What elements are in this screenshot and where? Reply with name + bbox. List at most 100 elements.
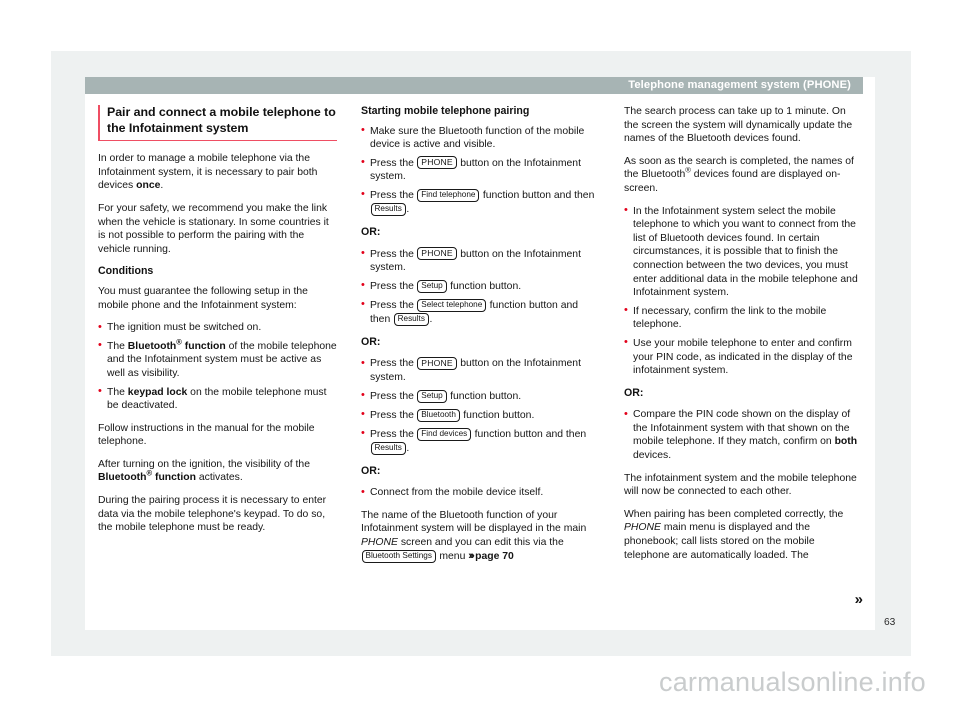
- cross-reference[interactable]: ››› page 70: [468, 549, 514, 562]
- list-item-text-c: devices.: [633, 450, 672, 462]
- section-heading: Pair and connect a mobile telephone to t…: [98, 105, 337, 142]
- list-item: The Bluetooth® function of the mobile te…: [98, 338, 337, 381]
- phone-screen-name: PHONE: [361, 536, 398, 548]
- manual-page: Telephone management system (PHONE) Pair…: [85, 77, 875, 630]
- column-2: Starting mobile telephone pairing Make s…: [361, 105, 600, 625]
- key-bluetooth[interactable]: Bluetooth: [417, 409, 460, 423]
- list-item: The ignition must be switched on.: [98, 321, 337, 335]
- paragraph-text-a: The name of the Bluetooth function of yo…: [361, 509, 587, 535]
- list-item: Press the Find devices function button a…: [361, 427, 600, 456]
- key-phone[interactable]: PHONE: [417, 356, 457, 370]
- key-phone[interactable]: PHONE: [417, 247, 457, 261]
- list-item-text-a: Press the: [370, 248, 417, 260]
- list-item: Use your mobile telephone to enter and c…: [624, 336, 863, 378]
- paragraph-visibility-text-a: After turning on the ignition, the visib…: [98, 458, 310, 470]
- paragraph-text-c: menu: [436, 550, 469, 562]
- site-watermark: carmanualsonline.info: [659, 667, 926, 697]
- list-item-text-a: Press the: [370, 189, 417, 201]
- list-item: In the Infotainment system select the mo…: [624, 204, 863, 300]
- pairing-heading: Starting mobile telephone pairing: [361, 105, 530, 117]
- column-1: Pair and connect a mobile telephone to t…: [98, 105, 337, 625]
- list-item: Connect from the mobile device itself.: [361, 486, 600, 500]
- list-item-emphasis: both: [834, 436, 858, 448]
- list-item: Press the Select telephone function butt…: [361, 298, 600, 327]
- key-results[interactable]: Results: [393, 313, 429, 327]
- key-bluetooth-settings[interactable]: Bluetooth Settings: [361, 550, 436, 563]
- page-number: 63: [884, 617, 896, 628]
- list-item: If necessary, confirm the link to the mo…: [624, 304, 863, 332]
- list-item: Press the PHONE button on the Infotainme…: [361, 156, 600, 184]
- page-columns: Pair and connect a mobile telephone to t…: [98, 105, 863, 625]
- key-phone[interactable]: PHONE: [417, 156, 457, 170]
- list-item-text-b: function button and then: [471, 428, 587, 440]
- key-find-telephone[interactable]: Find telephone: [417, 189, 480, 203]
- connection-steps-list-1: In the Infotainment system select the mo…: [624, 204, 863, 378]
- list-item-text-c: .: [429, 313, 433, 325]
- list-item-text: Use your mobile telephone to enter and c…: [633, 337, 853, 377]
- connection-steps-list-2: Compare the PIN code shown on the displa…: [624, 408, 863, 462]
- list-item-text-b: function button and then: [479, 189, 595, 201]
- chevron-right-icon: ›››: [468, 549, 475, 562]
- list-item: Press the Bluetooth function button.: [361, 408, 600, 423]
- list-item-text-b: function button.: [460, 409, 535, 421]
- running-header: Telephone management system (PHONE): [85, 77, 863, 94]
- list-item: Press the Setup function button.: [361, 389, 600, 404]
- paragraph-pairing-complete: When pairing has been completed correctl…: [624, 508, 863, 562]
- paragraph-safety: For your safety, we recommend you make t…: [98, 202, 329, 255]
- list-item-text-c: .: [406, 442, 410, 454]
- key-results[interactable]: Results: [370, 203, 406, 217]
- list-item: Press the PHONE button on the Infotainme…: [361, 247, 600, 275]
- paragraph-visibility-emphasis: Bluetooth® function: [98, 470, 196, 484]
- list-item-text-b: function button.: [447, 280, 522, 292]
- list-item: Compare the PIN code shown on the displa…: [624, 408, 863, 462]
- bluetooth-label: Bluetooth: [98, 472, 147, 484]
- list-item-text-a: Press the: [370, 390, 417, 402]
- paragraph-visibility-text-d: activates.: [195, 472, 243, 484]
- pairing-steps-list-4: Connect from the mobile device itself.: [361, 486, 600, 500]
- running-header-title: Telephone management system (PHONE): [628, 79, 851, 91]
- pairing-steps-list-1: Make sure the Bluetooth function of the …: [361, 124, 600, 217]
- key-select-telephone[interactable]: Select telephone: [417, 299, 487, 313]
- list-item-text: Connect from the mobile device itself.: [370, 487, 544, 499]
- list-item-emphasis: Bluetooth® function: [127, 338, 226, 352]
- column-3: The search process can take up to 1 minu…: [624, 105, 863, 625]
- or-label-2: OR:: [361, 335, 381, 348]
- pairing-steps-list-3: Press the PHONE button on the Infotainme…: [361, 356, 600, 456]
- paragraph-text-b: screen and you can edit this via the: [397, 536, 564, 548]
- list-item-emphasis: keypad lock: [127, 386, 188, 398]
- conditions-heading: Conditions: [98, 265, 154, 278]
- function-label: function: [181, 340, 226, 352]
- paragraph-search-complete: As soon as the search is completed, the …: [624, 155, 863, 196]
- paragraph-text-a: When pairing has been completed correctl…: [624, 508, 844, 520]
- list-item: The keypad lock on the mobile telephone …: [98, 385, 337, 413]
- list-item: Press the Setup function button.: [361, 279, 600, 294]
- list-item: Press the Find telephone function button…: [361, 188, 600, 217]
- bluetooth-label: Bluetooth: [127, 340, 177, 352]
- phone-menu-name: PHONE: [624, 522, 661, 534]
- key-results[interactable]: Results: [370, 442, 406, 456]
- list-item-text: In the Infotainment system select the mo…: [633, 205, 858, 299]
- list-item-text-b: function button.: [447, 390, 522, 402]
- list-item-text: If necessary, confirm the link to the mo…: [633, 305, 827, 331]
- list-item-text-a: Press the: [370, 409, 417, 421]
- continuation-marker: »: [854, 591, 863, 608]
- key-find-devices[interactable]: Find devices: [417, 428, 472, 442]
- list-item-text-a: Press the: [370, 428, 417, 440]
- document-viewport: Telephone management system (PHONE) Pair…: [0, 0, 960, 708]
- paragraph-intro-emphasis: once: [136, 180, 161, 192]
- key-setup[interactable]: Setup: [417, 390, 447, 404]
- list-item-text-a: The: [107, 386, 128, 398]
- list-item-text-a: Press the: [370, 280, 417, 292]
- list-item: Make sure the Bluetooth function of the …: [361, 124, 600, 152]
- conditions-list: The ignition must be switched on. The Bl…: [98, 321, 337, 413]
- list-item-text-a: The: [107, 340, 128, 352]
- list-item-text: Make sure the Bluetooth function of the …: [370, 125, 585, 151]
- or-label-3: OR:: [361, 464, 381, 477]
- list-item-text-c: .: [406, 203, 410, 215]
- paragraph-visibility: After turning on the ignition, the visib…: [98, 458, 337, 485]
- list-item-text: The ignition must be switched on.: [107, 322, 262, 334]
- cross-reference-label: page 70: [475, 550, 514, 562]
- pairing-steps-list-2: Press the PHONE button on the Infotainme…: [361, 247, 600, 327]
- paragraph-keypad: During the pairing process it is necessa…: [98, 495, 327, 534]
- key-setup[interactable]: Setup: [417, 280, 447, 294]
